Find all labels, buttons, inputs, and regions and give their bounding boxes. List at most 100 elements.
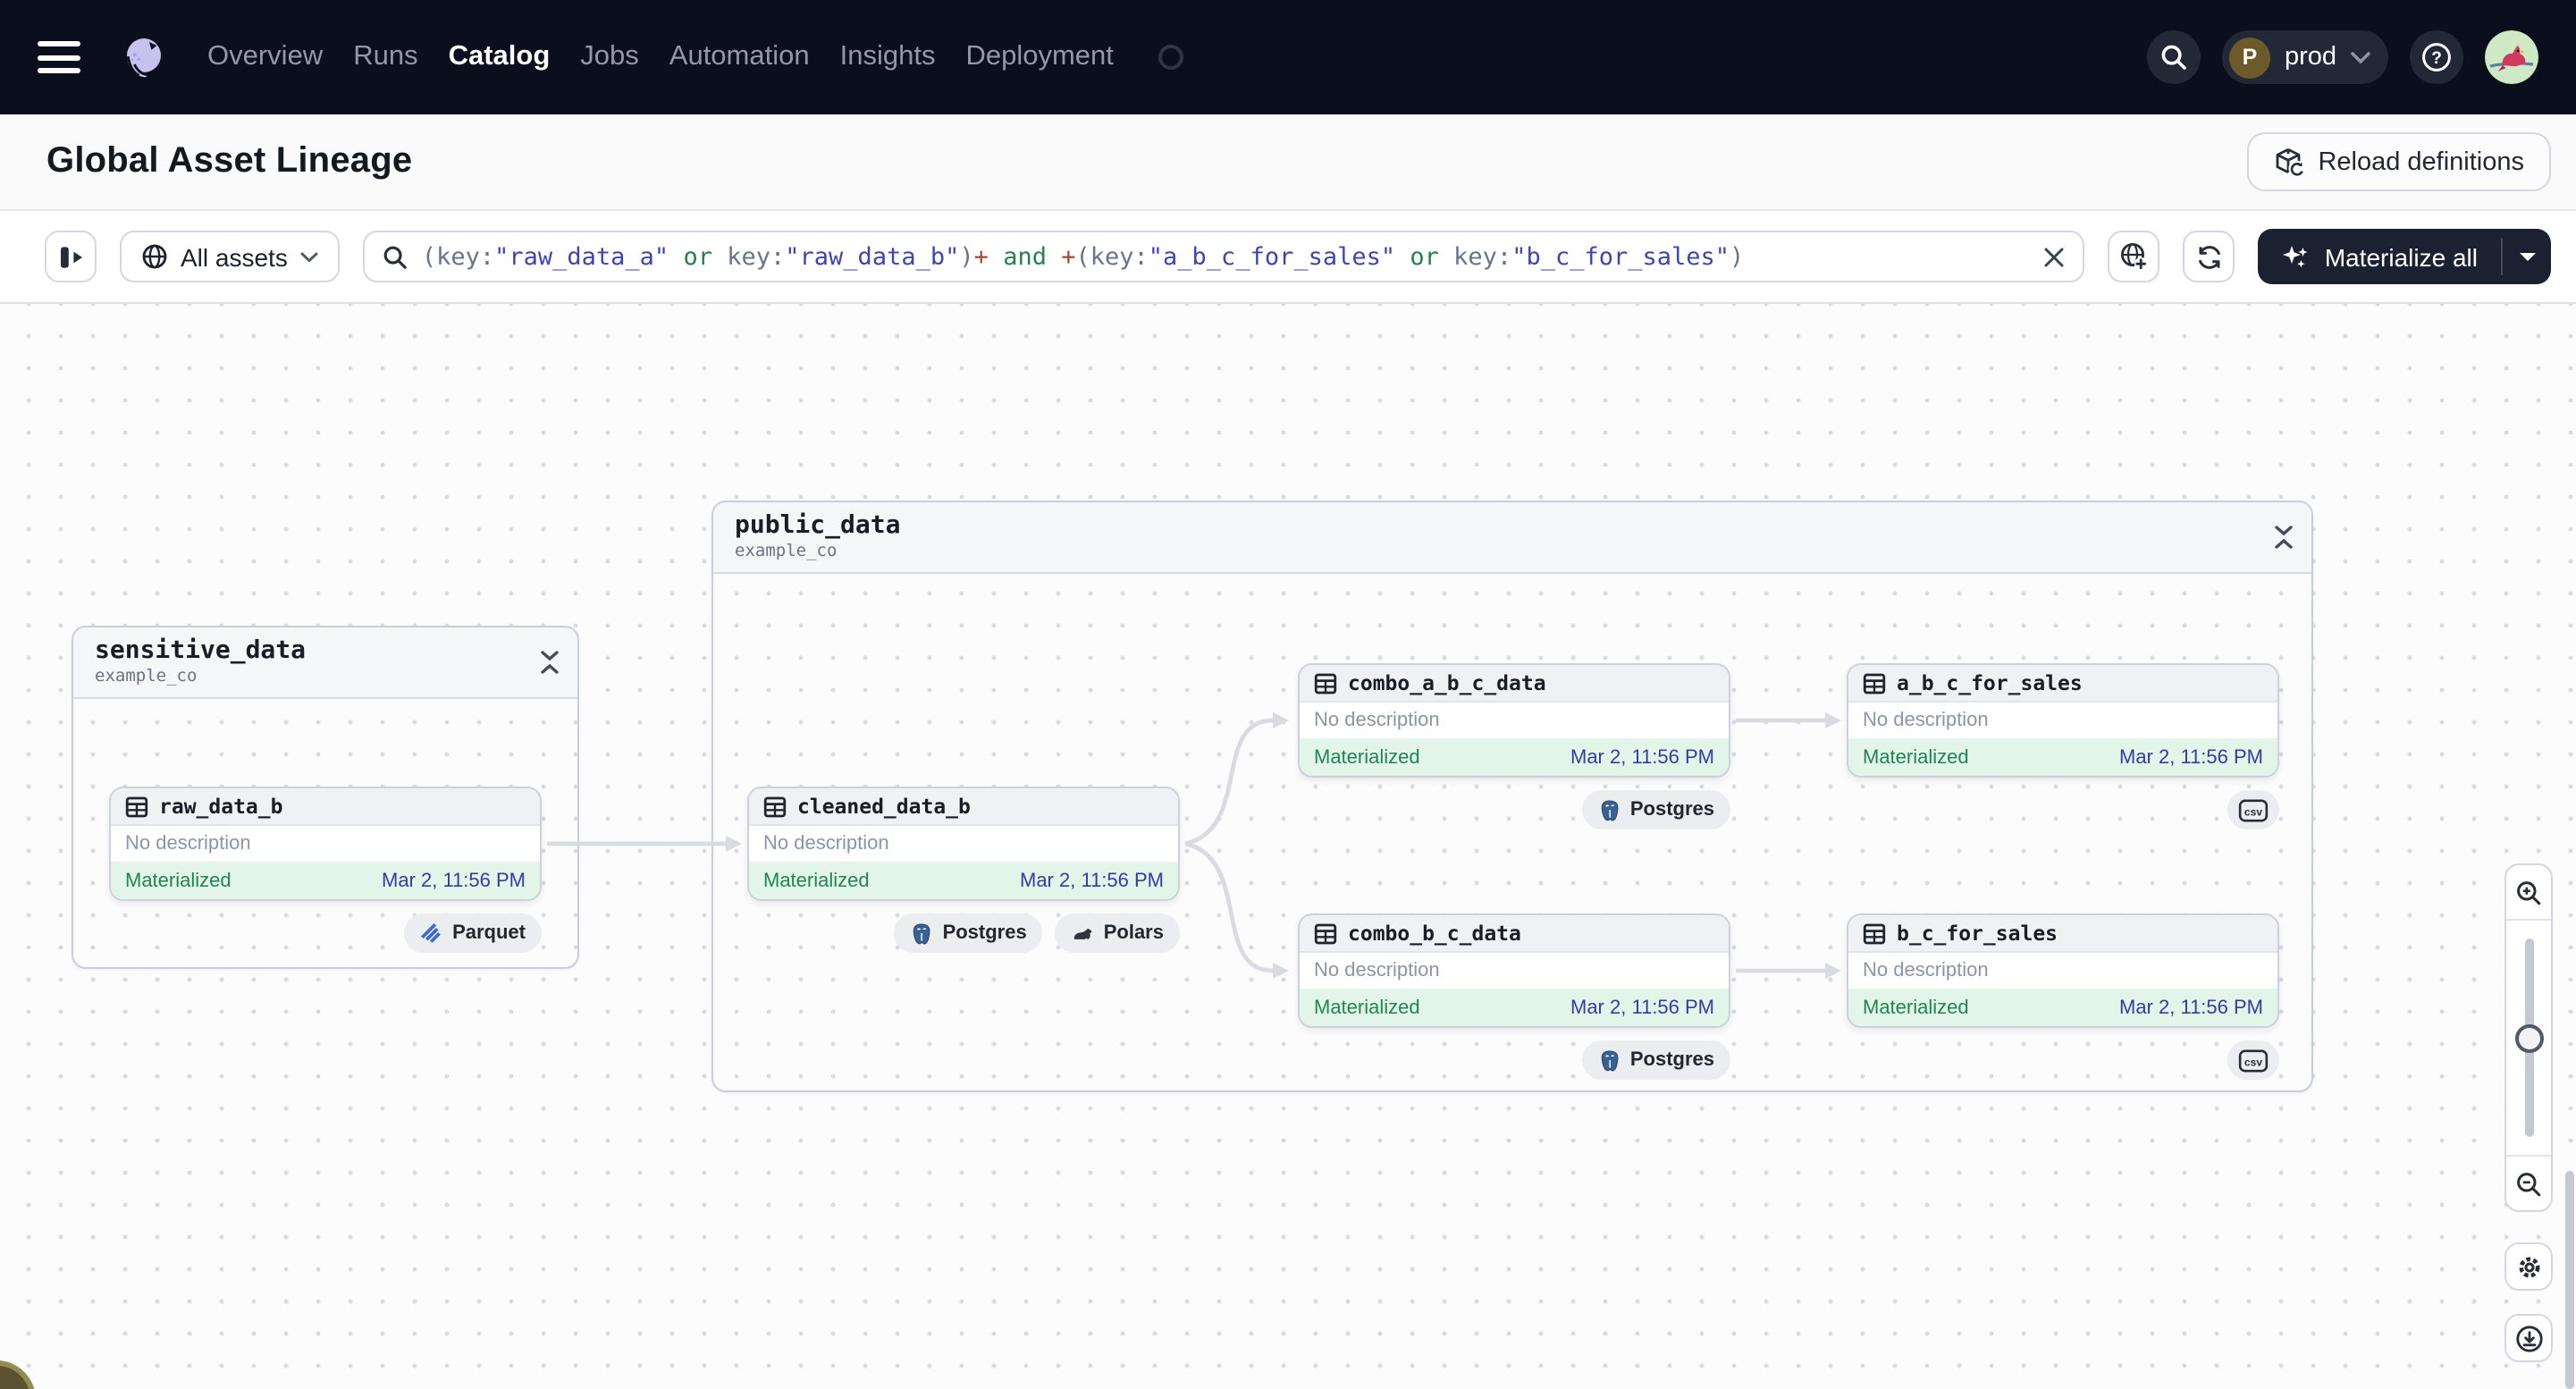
asset-scope-selector[interactable]: All assets — [120, 231, 340, 282]
group-name: sensitive_data — [95, 636, 307, 665]
asset-node-cleaned_data_b[interactable]: cleaned_data_b No description Materializ… — [747, 787, 1180, 901]
asset-node-b_c_for_sales[interactable]: b_c_for_sales No description Materialize… — [1847, 913, 2279, 1028]
asset-name: b_c_for_sales — [1897, 921, 2058, 946]
gear-icon — [2518, 1256, 2539, 1277]
dagster-logo[interactable] — [120, 33, 168, 81]
asset-selection-query: (key:"raw_data_a" or key:"raw_data_b")+ … — [421, 242, 1745, 271]
zoom-slider-handle[interactable] — [2514, 1024, 2543, 1053]
open-sidebar-button[interactable] — [45, 231, 97, 282]
zoom-control-panel — [2504, 863, 2553, 1212]
asset-timestamp: Mar 2, 11:56 PM — [2119, 997, 2263, 1018]
help-button[interactable]: ? — [2410, 30, 2463, 84]
save-catalog-view-button[interactable] — [2108, 231, 2160, 282]
parquet-icon — [421, 922, 441, 942]
badges-combo_a_b_c_data: Postgres — [1298, 790, 1730, 829]
reload-definitions-label: Reload definitions — [2318, 147, 2524, 176]
asset-search-input[interactable]: (key:"raw_data_a" or key:"raw_data_b")+ … — [362, 231, 2085, 282]
nav-item-runs[interactable]: Runs — [353, 41, 417, 73]
chevron-down-icon — [2519, 252, 2535, 260]
asset-name: cleaned_data_b — [797, 794, 971, 819]
badge-label: Parquet — [452, 922, 526, 944]
group-header[interactable]: sensitive_data example_co — [73, 627, 577, 699]
asset-status-row: Materialized Mar 2, 11:56 PM — [1300, 738, 1729, 776]
table-icon — [1863, 672, 1886, 694]
kind-badge-csv[interactable]: csv — [2227, 1040, 2279, 1080]
asset-status-row: Materialized Mar 2, 11:56 PM — [1848, 989, 2277, 1026]
table-icon — [1314, 672, 1337, 694]
kind-badge-csv[interactable]: csv — [2227, 790, 2279, 829]
zoom-out-button[interactable] — [2506, 1157, 2551, 1210]
nav-item-automation[interactable]: Automation — [669, 41, 810, 73]
lineage-canvas[interactable]: sensitive_data example_co public_data ex… — [0, 304, 2576, 1389]
user-avatar[interactable] — [2485, 30, 2538, 84]
materialize-all-split-button: Materialize all — [2258, 229, 2551, 284]
asset-node-raw_data_b[interactable]: raw_data_b No description Materialized M… — [109, 787, 542, 901]
primary-nav: Overview Runs Catalog Jobs Automation In… — [207, 41, 1183, 73]
kind-badge-postgres[interactable]: Postgres — [1581, 1040, 1730, 1080]
nav-item-overview[interactable]: Overview — [207, 41, 323, 73]
asset-status-row: Materialized Mar 2, 11:56 PM — [1848, 738, 2277, 776]
refresh-icon — [2198, 245, 2221, 268]
group-subtitle: example_co — [95, 667, 198, 686]
kind-badge-polars[interactable]: Polars — [1055, 913, 1180, 953]
asset-description: No description — [1300, 703, 1729, 738]
dagster-app: Overview Runs Catalog Jobs Automation In… — [0, 0, 2576, 1389]
asset-status: Materialized — [763, 870, 870, 891]
zoom-in-button[interactable] — [2506, 865, 2551, 919]
zoom-out-icon — [2517, 1172, 2541, 1196]
asset-status-row: Materialized Mar 2, 11:56 PM — [1300, 989, 1729, 1026]
reload-definitions-icon — [2276, 147, 2304, 177]
asset-node-combo_a_b_c_data[interactable]: combo_a_b_c_data No description Material… — [1298, 663, 1730, 778]
refresh-button[interactable] — [2183, 231, 2235, 282]
asset-description: No description — [1848, 703, 2277, 738]
materialize-all-button[interactable]: Materialize all — [2259, 229, 2501, 284]
asset-name: raw_data_b — [159, 794, 283, 819]
nav-item-deployment[interactable]: Deployment — [965, 41, 1113, 73]
svg-text:csv: csv — [2244, 805, 2262, 818]
globe-icon — [142, 244, 167, 269]
badges-b_c_for_sales: csv — [1847, 1040, 2279, 1080]
group-header[interactable]: public_data example_co — [713, 502, 2311, 574]
kind-badge-postgres[interactable]: Postgres — [1581, 790, 1730, 829]
csv-icon: csv — [2238, 1048, 2269, 1072]
svg-text:csv: csv — [2244, 1056, 2262, 1068]
graph-settings-button[interactable] — [2504, 1242, 2553, 1291]
nav-item-insights[interactable]: Insights — [840, 41, 936, 73]
collapse-group-icon[interactable] — [2274, 526, 2294, 549]
loading-spinner-icon — [1158, 45, 1183, 70]
nav-item-jobs[interactable]: Jobs — [580, 41, 639, 73]
download-icon — [2515, 1325, 2542, 1351]
globe-plus-icon — [2121, 242, 2149, 271]
postgres-icon — [1601, 1049, 1619, 1071]
page-title: Global Asset Lineage — [46, 141, 413, 181]
chat-widget-corner[interactable] — [0, 1360, 36, 1389]
asset-name: combo_b_c_data — [1348, 921, 1521, 946]
postgres-icon — [1601, 799, 1619, 821]
deployment-switcher[interactable]: P prod — [2221, 30, 2388, 84]
badges-raw_data_b: Parquet — [109, 913, 542, 953]
asset-timestamp: Mar 2, 11:56 PM — [1570, 997, 1714, 1018]
asset-description: No description — [1300, 953, 1729, 989]
nav-item-catalog[interactable]: Catalog — [449, 41, 551, 73]
sparkle-icon — [2283, 245, 2309, 267]
asset-node-combo_b_c_data[interactable]: combo_b_c_data No description Materializ… — [1298, 913, 1730, 1028]
asset-name: combo_a_b_c_data — [1348, 670, 1546, 695]
reload-definitions-button[interactable]: Reload definitions — [2246, 132, 2551, 191]
clear-search-button[interactable] — [2044, 246, 2066, 267]
kind-badge-postgres[interactable]: Postgres — [894, 913, 1043, 953]
hamburger-menu-icon[interactable] — [38, 41, 80, 73]
group-subtitle: example_co — [735, 542, 838, 561]
lineage-toolbar: All assets (key:"raw_data_a" or key:"raw… — [0, 211, 2576, 304]
zoom-slider[interactable] — [2506, 919, 2551, 1157]
deployment-avatar: P — [2228, 37, 2270, 78]
download-graph-button[interactable] — [2504, 1314, 2553, 1362]
csv-icon: csv — [2238, 798, 2269, 821]
chevron-down-icon — [300, 251, 318, 262]
asset-node-a_b_c_for_sales[interactable]: a_b_c_for_sales No description Materiali… — [1847, 663, 2279, 778]
materialize-options-button[interactable] — [2503, 229, 2551, 284]
badge-label: Polars — [1103, 922, 1164, 944]
collapse-group-icon[interactable] — [540, 651, 560, 674]
kind-badge-parquet[interactable]: Parquet — [404, 913, 542, 953]
search-button[interactable] — [2146, 30, 2201, 84]
vertical-scrollbar[interactable] — [2565, 1171, 2574, 1389]
